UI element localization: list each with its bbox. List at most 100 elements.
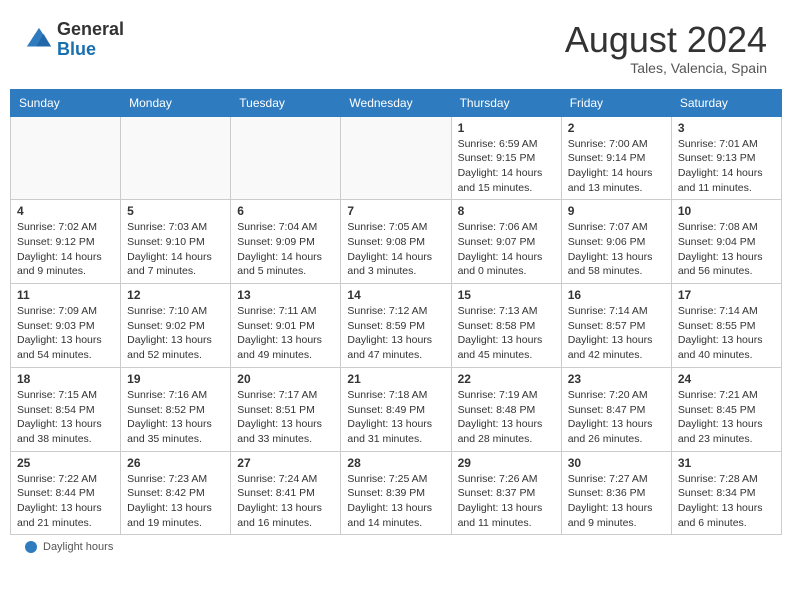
day-number: 29 [458, 456, 555, 470]
month-year-title: August 2024 [565, 20, 767, 60]
day-info: Sunrise: 7:13 AM Sunset: 8:58 PM Dayligh… [458, 304, 555, 363]
day-info: Sunrise: 7:02 AM Sunset: 9:12 PM Dayligh… [17, 220, 114, 279]
day-info: Sunrise: 7:15 AM Sunset: 8:54 PM Dayligh… [17, 388, 114, 447]
day-number: 25 [17, 456, 114, 470]
location-subtitle: Tales, Valencia, Spain [565, 60, 767, 76]
day-number: 17 [678, 288, 775, 302]
calendar-header-thursday: Thursday [451, 89, 561, 116]
day-number: 20 [237, 372, 334, 386]
calendar-cell: 15 Sunrise: 7:13 AM Sunset: 8:58 PM Dayli… [451, 284, 561, 368]
day-info: Sunrise: 7:12 AM Sunset: 8:59 PM Dayligh… [347, 304, 444, 363]
calendar-week-row: 18 Sunrise: 7:15 AM Sunset: 8:54 PM Dayli… [11, 367, 782, 451]
calendar-cell: 22 Sunrise: 7:19 AM Sunset: 8:48 PM Dayli… [451, 367, 561, 451]
calendar-table: SundayMondayTuesdayWednesdayThursdayFrid… [10, 89, 782, 536]
calendar-cell: 18 Sunrise: 7:15 AM Sunset: 8:54 PM Dayli… [11, 367, 121, 451]
day-number: 28 [347, 456, 444, 470]
day-number: 14 [347, 288, 444, 302]
day-number: 9 [568, 204, 665, 218]
calendar-cell: 27Sunrise: 7:24 AM Sunset: 8:41 PM Dayli… [231, 451, 341, 535]
calendar-cell: 9Sunrise: 7:07 AM Sunset: 9:06 PM Daylig… [561, 200, 671, 284]
logo-blue: Blue [57, 39, 96, 59]
day-info: Sunrise: 7:27 AM Sunset: 8:36 PM Dayligh… [568, 472, 665, 531]
calendar-cell: 25 Sunrise: 7:22 AM Sunset: 8:44 PM Dayli… [11, 451, 121, 535]
calendar-cell: 23 Sunrise: 7:20 AM Sunset: 8:47 PM Dayli… [561, 367, 671, 451]
day-number: 3 [678, 121, 775, 135]
day-info: Sunrise: 7:08 AM Sunset: 9:04 PM Dayligh… [678, 220, 775, 279]
calendar-cell: 19 Sunrise: 7:16 AM Sunset: 8:52 PM Dayli… [121, 367, 231, 451]
day-info: Sunrise: 7:18 AM Sunset: 8:49 PM Dayligh… [347, 388, 444, 447]
day-info: Sunrise: 7:25 AM Sunset: 8:39 PM Dayligh… [347, 472, 444, 531]
day-number: 8 [458, 204, 555, 218]
day-info: Sunrise: 7:09 AM Sunset: 9:03 PM Dayligh… [17, 304, 114, 363]
calendar-cell: 4Sunrise: 7:02 AM Sunset: 9:12 PM Daylig… [11, 200, 121, 284]
day-number: 19 [127, 372, 224, 386]
footer-label: Daylight hours [43, 541, 113, 553]
day-info: Sunrise: 7:11 AM Sunset: 9:01 PM Dayligh… [237, 304, 334, 363]
day-info: Sunrise: 7:03 AM Sunset: 9:10 PM Dayligh… [127, 220, 224, 279]
day-number: 18 [17, 372, 114, 386]
calendar-cell: 5 Sunrise: 7:03 AM Sunset: 9:10 PM Daylig… [121, 200, 231, 284]
calendar-cell: 1Sunrise: 6:59 AM Sunset: 9:15 PM Daylig… [451, 116, 561, 200]
day-info: Sunrise: 7:21 AM Sunset: 8:45 PM Dayligh… [678, 388, 775, 447]
footer-dot-icon [25, 541, 37, 553]
day-number: 7 [347, 204, 444, 218]
calendar-cell [11, 116, 121, 200]
calendar-cell: 30 Sunrise: 7:27 AM Sunset: 8:36 PM Dayli… [561, 451, 671, 535]
calendar-header-wednesday: Wednesday [341, 89, 451, 116]
day-number: 31 [678, 456, 775, 470]
title-block: August 2024 Tales, Valencia, Spain [565, 20, 767, 76]
day-info: Sunrise: 7:24 AM Sunset: 8:41 PM Dayligh… [237, 472, 334, 531]
day-number: 11 [17, 288, 114, 302]
calendar-week-row: 11 Sunrise: 7:09 AM Sunset: 9:03 PM Dayli… [11, 284, 782, 368]
day-info: Sunrise: 7:28 AM Sunset: 8:34 PM Dayligh… [678, 472, 775, 531]
footer: Daylight hours [10, 535, 782, 559]
calendar-week-row: 25 Sunrise: 7:22 AM Sunset: 8:44 PM Dayli… [11, 451, 782, 535]
calendar-cell: 8Sunrise: 7:06 AM Sunset: 9:07 PM Daylig… [451, 200, 561, 284]
day-number: 16 [568, 288, 665, 302]
day-info: Sunrise: 7:10 AM Sunset: 9:02 PM Dayligh… [127, 304, 224, 363]
day-info: Sunrise: 7:20 AM Sunset: 8:47 PM Dayligh… [568, 388, 665, 447]
day-number: 10 [678, 204, 775, 218]
calendar-cell: 3Sunrise: 7:01 AM Sunset: 9:13 PM Daylig… [671, 116, 781, 200]
page-header: General Blue August 2024 Tales, Valencia… [10, 10, 782, 81]
calendar-header-friday: Friday [561, 89, 671, 116]
calendar-header-tuesday: Tuesday [231, 89, 341, 116]
calendar-cell: 17 Sunrise: 7:14 AM Sunset: 8:55 PM Dayli… [671, 284, 781, 368]
day-number: 22 [458, 372, 555, 386]
day-number: 21 [347, 372, 444, 386]
day-info: Sunrise: 7:14 AM Sunset: 8:55 PM Dayligh… [678, 304, 775, 363]
day-number: 13 [237, 288, 334, 302]
day-number: 30 [568, 456, 665, 470]
calendar-cell: 12 Sunrise: 7:10 AM Sunset: 9:02 PM Dayli… [121, 284, 231, 368]
day-info: Sunrise: 7:00 AM Sunset: 9:14 PM Dayligh… [568, 137, 665, 196]
calendar-cell: 21 Sunrise: 7:18 AM Sunset: 8:49 PM Dayli… [341, 367, 451, 451]
calendar-cell: 10 Sunrise: 7:08 AM Sunset: 9:04 PM Dayli… [671, 200, 781, 284]
logo-general: General [57, 19, 124, 39]
day-number: 15 [458, 288, 555, 302]
calendar-header-monday: Monday [121, 89, 231, 116]
calendar-week-row: 1Sunrise: 6:59 AM Sunset: 9:15 PM Daylig… [11, 116, 782, 200]
calendar-cell: 31 Sunrise: 7:28 AM Sunset: 8:34 PM Dayli… [671, 451, 781, 535]
calendar-cell [231, 116, 341, 200]
day-info: Sunrise: 7:16 AM Sunset: 8:52 PM Dayligh… [127, 388, 224, 447]
logo-text: General Blue [57, 20, 124, 60]
day-number: 5 [127, 204, 224, 218]
calendar-cell: 7 Sunrise: 7:05 AM Sunset: 9:08 PM Daylig… [341, 200, 451, 284]
calendar-cell [341, 116, 451, 200]
calendar-cell: 28 Sunrise: 7:25 AM Sunset: 8:39 PM Dayli… [341, 451, 451, 535]
calendar-header-sunday: Sunday [11, 89, 121, 116]
calendar-cell: 14 Sunrise: 7:12 AM Sunset: 8:59 PM Dayli… [341, 284, 451, 368]
calendar-cell: 26Sunrise: 7:23 AM Sunset: 8:42 PM Dayli… [121, 451, 231, 535]
day-info: Sunrise: 7:05 AM Sunset: 9:08 PM Dayligh… [347, 220, 444, 279]
calendar-cell: 11 Sunrise: 7:09 AM Sunset: 9:03 PM Dayli… [11, 284, 121, 368]
calendar-cell: 6Sunrise: 7:04 AM Sunset: 9:09 PM Daylig… [231, 200, 341, 284]
day-number: 1 [458, 121, 555, 135]
day-number: 2 [568, 121, 665, 135]
day-number: 12 [127, 288, 224, 302]
calendar-cell: 24Sunrise: 7:21 AM Sunset: 8:45 PM Dayli… [671, 367, 781, 451]
day-info: Sunrise: 7:23 AM Sunset: 8:42 PM Dayligh… [127, 472, 224, 531]
day-info: Sunrise: 7:22 AM Sunset: 8:44 PM Dayligh… [17, 472, 114, 531]
day-info: Sunrise: 7:19 AM Sunset: 8:48 PM Dayligh… [458, 388, 555, 447]
calendar-cell: 16Sunrise: 7:14 AM Sunset: 8:57 PM Dayli… [561, 284, 671, 368]
day-number: 23 [568, 372, 665, 386]
